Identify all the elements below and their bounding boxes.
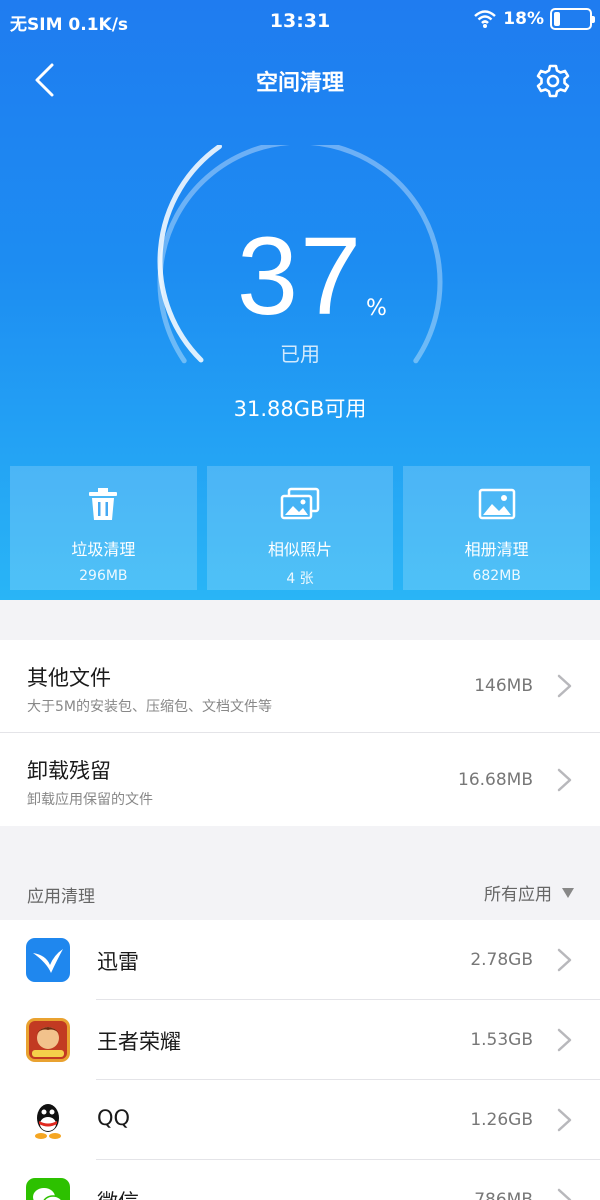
trash-icon [83, 484, 123, 524]
row-size: 16.68MB [458, 769, 533, 790]
app-size: 1.26GB [470, 1110, 533, 1130]
card-title: 相似照片 [268, 540, 333, 559]
other-files-row[interactable]: 其他文件 大于5M的安装包、压缩包、文档文件等 146MB [0, 640, 600, 733]
app-name: 微信 [97, 1186, 139, 1200]
wifi-icon [474, 10, 497, 28]
filter-label: 所有应用 [484, 885, 552, 905]
battery-percent: 18% [503, 9, 544, 29]
chevron-right-icon [557, 948, 572, 972]
chevron-right-icon [557, 1028, 572, 1052]
card-title: 相册清理 [464, 540, 529, 559]
app-row-wangzhe[interactable]: 王者荣耀 1.53GB [0, 1000, 600, 1080]
row-title: 卸载残留 [27, 759, 111, 783]
qq-icon [26, 1098, 70, 1142]
photos-icon [280, 484, 320, 524]
wechat-icon [26, 1178, 70, 1200]
chevron-right-icon [557, 674, 572, 698]
percent-sign: % [366, 296, 387, 321]
storage-header: 无SIM 0.1K/s 13:31 18% 空间清理 37 % 已用 31.88… [0, 0, 600, 600]
status-icons: 18% [473, 8, 595, 30]
game-icon [26, 1018, 70, 1062]
uninstall-residue-row[interactable]: 卸载残留 卸载应用保留的文件 16.68MB [0, 733, 600, 826]
app-size: 786MB [474, 1190, 533, 1200]
status-bar: 无SIM 0.1K/s 13:31 18% [0, 0, 600, 42]
card-value: 4 张 [286, 571, 314, 587]
used-percent: 37 [236, 215, 364, 338]
chevron-right-icon [557, 1188, 572, 1200]
similar-photos-card[interactable]: 相似照片 4 张 [206, 466, 394, 590]
row-title: 其他文件 [27, 666, 111, 690]
app-name: 王者荣耀 [97, 1030, 181, 1054]
used-label: 已用 [280, 342, 320, 366]
row-subtitle: 卸载应用保留的文件 [27, 792, 153, 808]
available-space: 31.88GB可用 [233, 397, 367, 421]
app-size: 2.78GB [470, 950, 533, 970]
settings-button[interactable] [530, 58, 576, 104]
page-title: 空间清理 [255, 71, 344, 96]
file-list: 其他文件 大于5M的安装包、压缩包、文档文件等 146MB 卸载残留 卸载应用保… [0, 640, 600, 826]
app-size: 1.53GB [470, 1030, 533, 1050]
junk-clean-card[interactable]: 垃圾清理 296MB [10, 466, 197, 590]
app-name: 迅雷 [97, 950, 139, 974]
app-name: QQ [97, 1106, 131, 1130]
app-row-xunlei[interactable]: 迅雷 2.78GB [0, 920, 600, 1000]
chevron-right-icon [557, 768, 572, 791]
album-clean-card[interactable]: 相册清理 682MB [403, 466, 591, 590]
chevron-right-icon [557, 1108, 572, 1132]
card-value: 682MB [472, 568, 521, 584]
app-clean-header: 应用清理 所有应用 [0, 866, 600, 920]
gear-icon [536, 64, 570, 98]
app-row-qq[interactable]: QQ 1.26GB [0, 1080, 600, 1160]
section-label: 应用清理 [27, 887, 95, 907]
app-list: 迅雷 2.78GB 王者荣耀 1.53GB QQ 1.26GB 786MB [0, 920, 600, 1200]
card-title: 垃圾清理 [71, 540, 136, 559]
nav-bar: 空间清理 [0, 52, 600, 108]
app-row-wechat[interactable]: 微信 786MB [0, 1160, 600, 1200]
album-icon [477, 484, 517, 524]
card-value: 296MB [79, 568, 128, 584]
app-filter-dropdown[interactable]: 所有应用 [484, 880, 574, 905]
row-subtitle: 大于5M的安装包、压缩包、文档文件等 [27, 699, 272, 715]
battery-level [554, 12, 560, 26]
xunlei-icon [26, 938, 70, 982]
battery-icon [550, 8, 595, 30]
quick-actions: 垃圾清理 296MB 相似照片 4 张 相册清理 682MB [10, 466, 591, 590]
row-size: 146MB [474, 676, 533, 696]
dropdown-triangle-icon [562, 887, 574, 898]
